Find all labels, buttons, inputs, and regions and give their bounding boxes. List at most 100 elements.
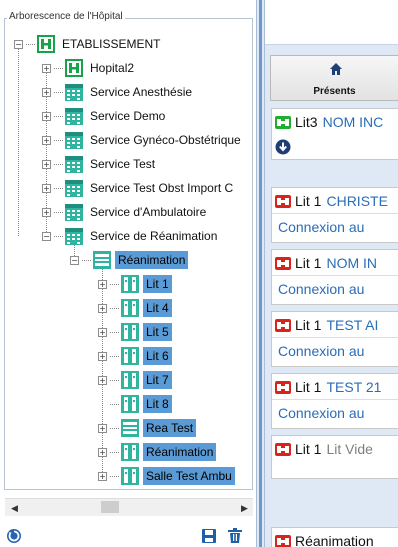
tree-node-label: Rea Test <box>143 419 197 437</box>
tree-node[interactable]: + Lit 7 <box>98 370 172 390</box>
tree-node-label: Lit 8 <box>143 395 172 413</box>
tree-node[interactable]: + Service Gynéco-Obstétrique <box>42 130 244 150</box>
tree-connector-dash <box>54 163 63 165</box>
expand-toggle[interactable]: + <box>98 447 107 457</box>
expand-toggle[interactable]: + <box>42 87 51 97</box>
bed-card[interactable]: Lit 1 TEST AI Connexion au <box>271 311 398 367</box>
service-icon <box>65 203 83 221</box>
bed-card[interactable]: Lit 1 TEST 21 Connexion au <box>271 373 398 429</box>
collapse-toggle[interactable]: − <box>42 231 51 241</box>
bed-card[interactable]: Lit 1 NOM IN Connexion au <box>271 249 398 305</box>
bed-card[interactable]: Lit3 NOM INC <box>271 108 398 160</box>
tree-node[interactable]: − Réanimation <box>70 250 189 270</box>
bed-card[interactable]: Lit 1 Lit Vide <box>271 435 398 479</box>
expand-toggle[interactable]: + <box>98 375 107 385</box>
download-arrow-icon[interactable] <box>275 139 291 159</box>
hospital-tree[interactable]: − ETABLISSEMENT + Hopital2 + Service Anesthés… <box>0 33 248 491</box>
tree-node[interactable]: − ETABLISSEMENT <box>14 34 163 54</box>
expand-toggle[interactable]: + <box>42 159 51 169</box>
tree-node[interactable]: + Hopital2 <box>42 58 137 78</box>
tree-connector-dash <box>54 139 63 141</box>
patient-name-link[interactable]: TEST 21 <box>326 379 381 395</box>
beds-panel: Présents Lit3 NOM INC Lit 1 CHRISTE Connexio… <box>265 0 398 547</box>
tree-node-label: Service d'Ambulatoire <box>90 205 207 219</box>
connection-link[interactable]: Connexion au <box>278 281 364 297</box>
expand-toggle[interactable]: + <box>42 183 51 193</box>
tree-node[interactable]: + Service Test Obst Import C <box>42 178 236 198</box>
bed-icon <box>121 347 139 365</box>
patient-name-link[interactable]: NOM INC <box>323 114 384 130</box>
tree-node[interactable]: + Lit 1 <box>98 274 172 294</box>
bed-card[interactable]: Lit 1 CHRISTE Connexion au <box>271 187 398 243</box>
tree-connector-dash <box>54 67 63 69</box>
tree-node[interactable]: + Lit 5 <box>98 322 172 342</box>
expand-toggle[interactable]: + <box>42 135 51 145</box>
scroll-thumb[interactable] <box>101 501 119 513</box>
patient-name-link: Lit Vide <box>326 441 373 457</box>
card-divider <box>272 275 398 276</box>
tab-presents[interactable]: Présents <box>270 55 398 101</box>
expand-toggle[interactable]: + <box>98 423 107 433</box>
bed-card[interactable]: Réanimation <box>271 527 398 547</box>
tree-node[interactable]: + Lit 6 <box>98 346 172 366</box>
tree-node[interactable]: + Salle Test Ambu <box>98 466 235 486</box>
trash-icon[interactable] <box>227 528 243 547</box>
bed-icon <box>121 395 139 413</box>
tree-legend: Arborescence de l'Hôpital <box>7 11 125 23</box>
tree-node[interactable]: + Lit 4 <box>98 298 172 318</box>
scroll-right-arrow[interactable]: ▶ <box>241 503 248 514</box>
tree-node[interactable]: + Service d'Ambulatoire <box>42 202 209 222</box>
bed-card-header: Réanimation <box>275 533 379 547</box>
expand-toggle[interactable]: + <box>98 327 107 337</box>
bed-card-header: Lit 1 TEST AI <box>275 317 378 333</box>
tree-connector-dash <box>110 331 119 333</box>
tree-node-label: Lit 1 <box>143 275 172 293</box>
connection-link[interactable]: Connexion au <box>278 405 364 421</box>
expand-toggle[interactable]: + <box>98 471 107 481</box>
tree-connector-dash <box>110 283 119 285</box>
tree-node[interactable]: + Rea Test <box>98 418 197 438</box>
card-divider <box>272 399 398 400</box>
expand-toggle[interactable]: + <box>42 207 51 217</box>
bed-card-header: Lit 1 CHRISTE <box>275 193 388 209</box>
expand-toggle[interactable]: + <box>42 111 51 121</box>
save-icon[interactable] <box>201 528 217 547</box>
expand-toggle[interactable]: + <box>42 63 51 73</box>
connection-link[interactable]: Connexion au <box>278 219 364 235</box>
bed-icon <box>121 371 139 389</box>
expand-toggle[interactable]: + <box>98 279 107 289</box>
tree-node[interactable]: Lit 8 <box>98 394 172 414</box>
refresh-icon[interactable] <box>6 528 22 547</box>
bed-status-icon <box>275 380 291 394</box>
tree-node[interactable]: + Service Test <box>42 154 158 174</box>
collapse-toggle[interactable]: − <box>70 255 79 265</box>
tree-node[interactable]: + Réanimation <box>98 442 217 462</box>
tree-node[interactable]: + Service Anesthésie <box>42 82 195 102</box>
card-divider <box>272 213 398 214</box>
patient-name-link[interactable]: CHRISTE <box>326 193 387 209</box>
bed-icon <box>121 467 139 485</box>
service-icon <box>65 179 83 197</box>
tree-node[interactable]: + Service Demo <box>42 106 168 126</box>
scroll-left-arrow[interactable]: ◀ <box>11 503 18 514</box>
tree-connector-dash <box>54 187 63 189</box>
splitter-grip[interactable] <box>259 0 262 547</box>
collapse-toggle[interactable]: − <box>14 39 23 49</box>
patient-name-link[interactable]: NOM IN <box>326 255 377 271</box>
tree-node[interactable]: − Service de Réanimation <box>42 226 220 246</box>
connection-link[interactable]: Connexion au <box>278 343 364 359</box>
expand-toggle[interactable]: + <box>98 303 107 313</box>
expand-toggle[interactable]: + <box>98 351 107 361</box>
bed-status-icon <box>275 534 291 547</box>
bed-status-icon <box>275 442 291 456</box>
panel-splitter[interactable] <box>256 0 265 547</box>
tree-connector-dash <box>54 91 63 93</box>
tree-horizontal-scrollbar[interactable]: ◀ ▶ <box>5 498 253 516</box>
tree-toolbar <box>0 524 258 547</box>
bed-status-icon <box>275 115 291 129</box>
right-header <box>265 0 398 45</box>
bed-icon <box>121 299 139 317</box>
bed-number: Lit 1 <box>295 317 322 333</box>
tree-node-label: Lit 6 <box>143 347 172 365</box>
patient-name-link[interactable]: TEST AI <box>326 317 378 333</box>
